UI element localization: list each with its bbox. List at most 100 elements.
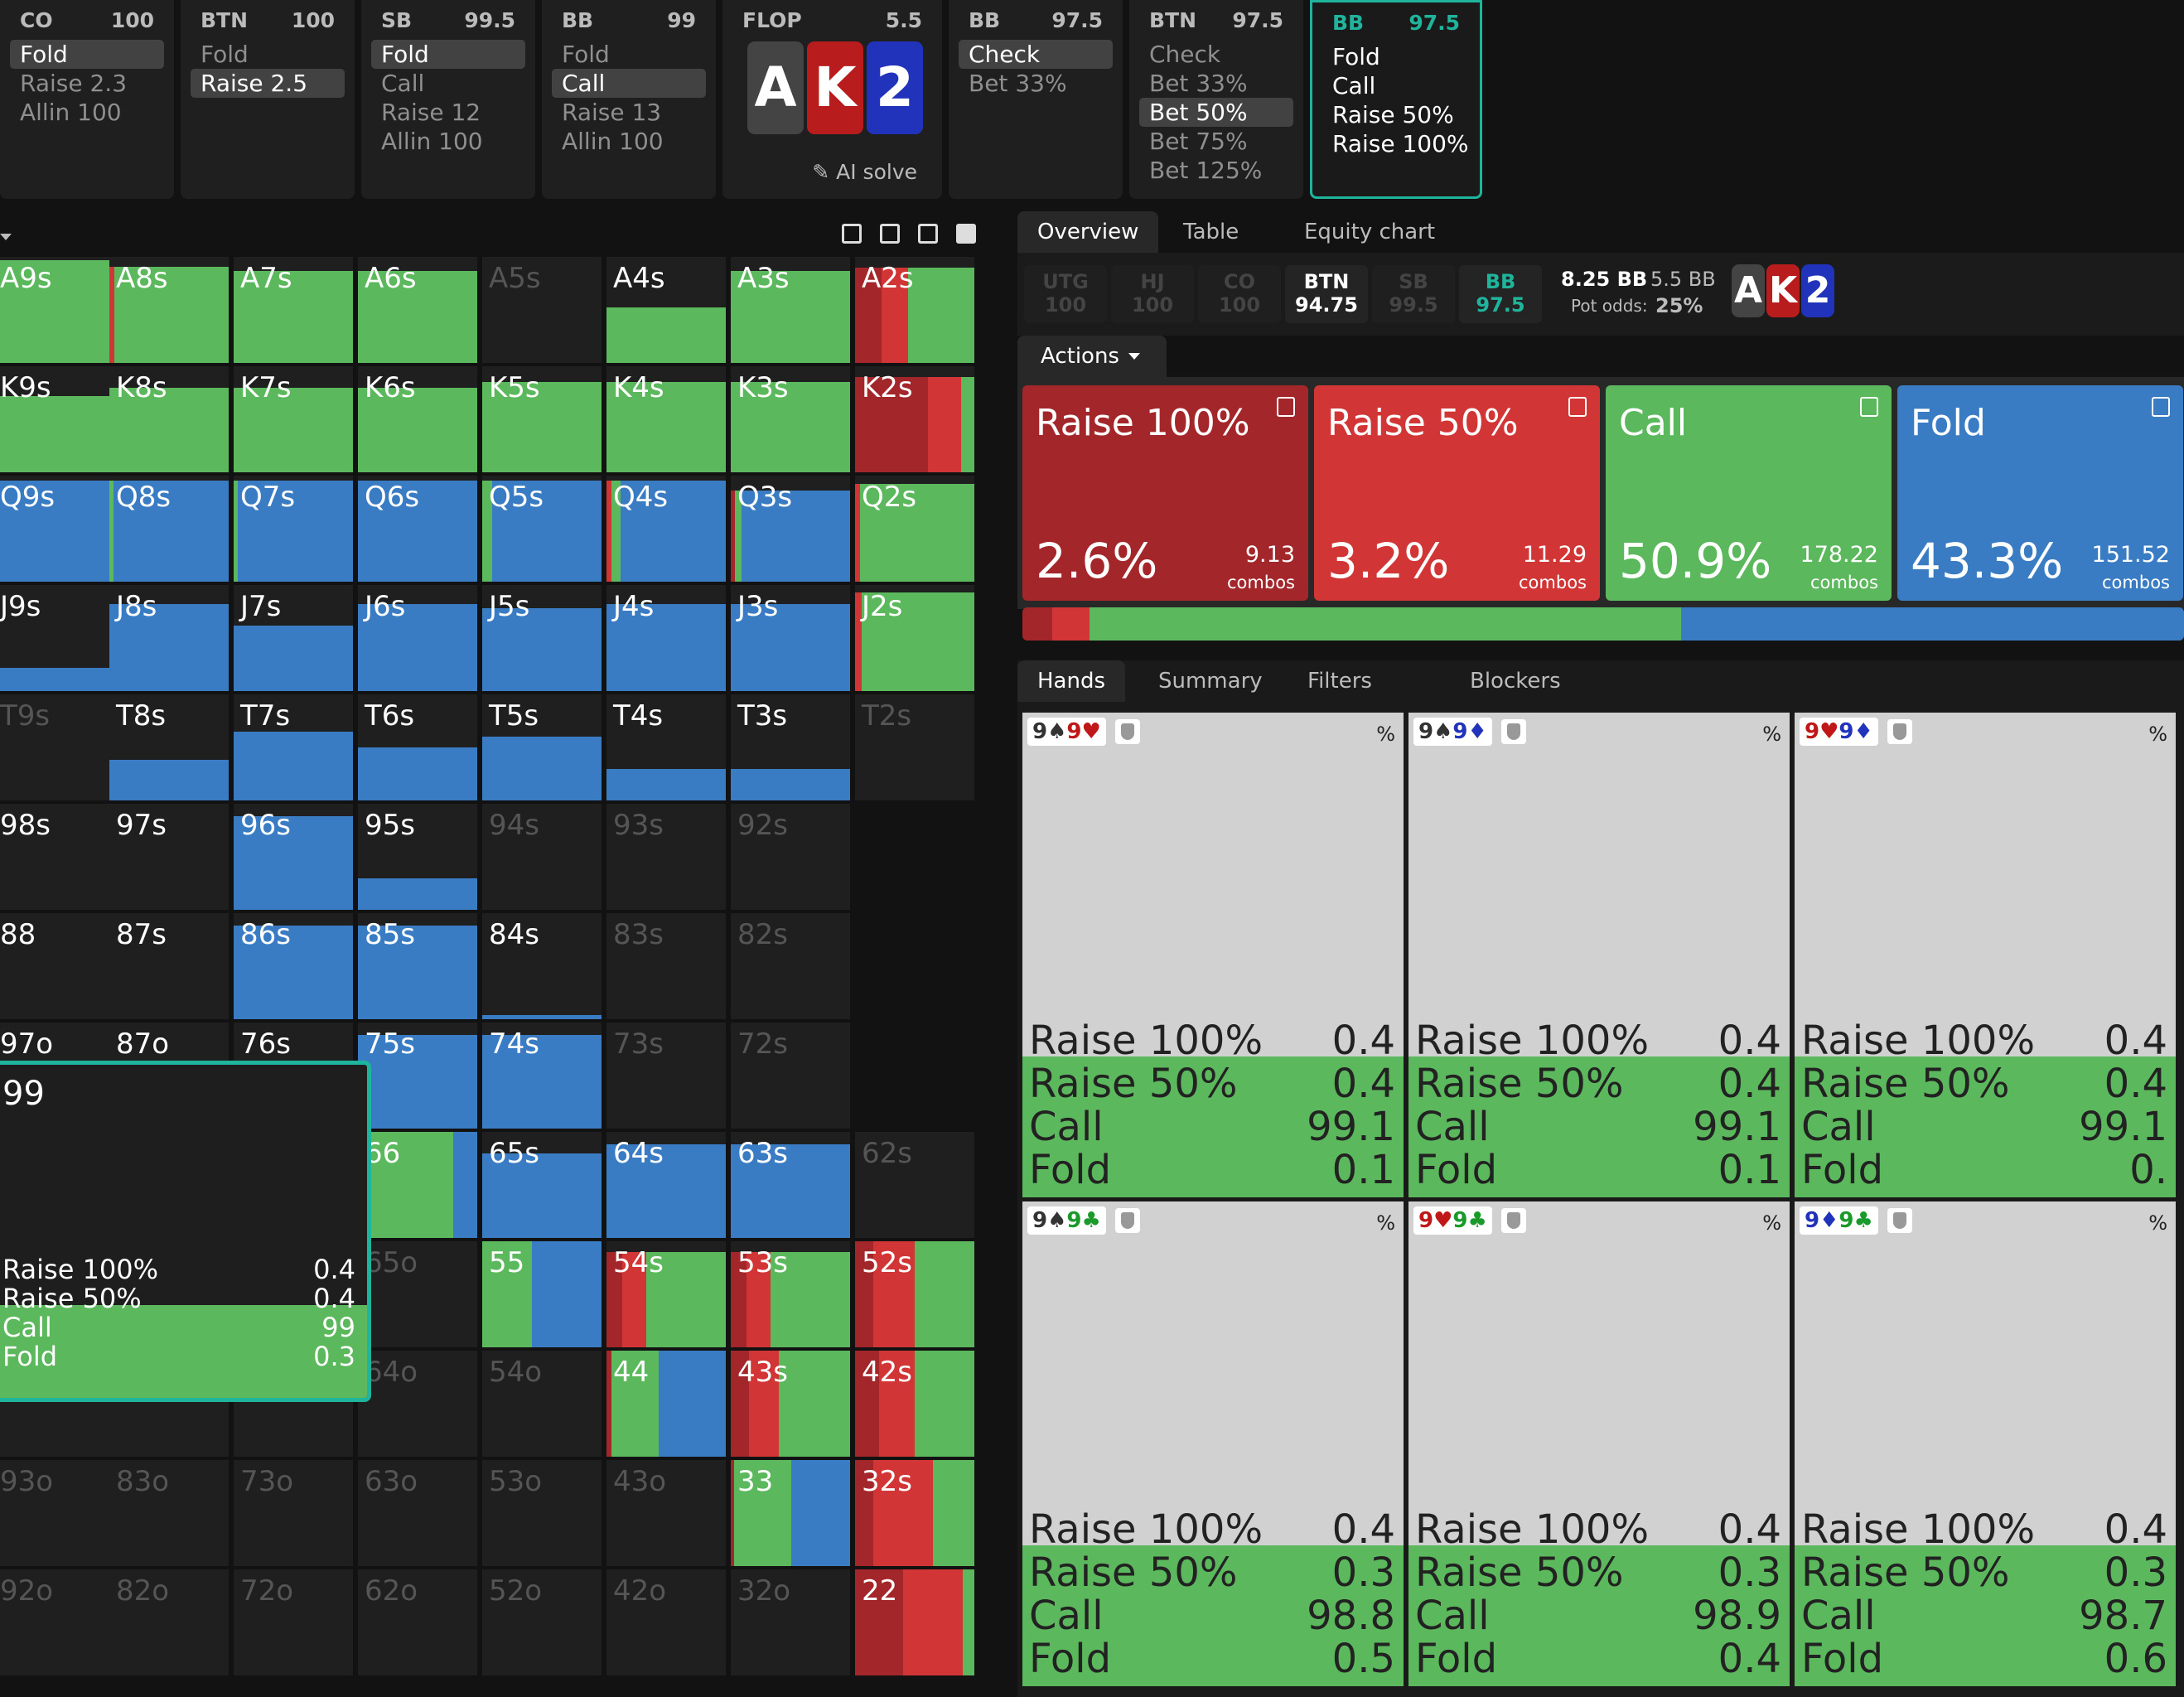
compare-icon[interactable] xyxy=(842,224,862,244)
action-option[interactable]: Raise 12 xyxy=(371,98,525,127)
ai-solve-button[interactable]: ✎ AI solve xyxy=(812,160,917,184)
tab-blockers[interactable]: Blockers xyxy=(1450,660,1581,702)
player-bb[interactable]: BB 97.5 xyxy=(1459,265,1542,323)
percent-toggle[interactable]: % xyxy=(1762,723,1781,746)
percent-toggle[interactable]: % xyxy=(2148,723,2167,746)
tab-hands[interactable]: Hands xyxy=(1017,660,1126,702)
action-fold[interactable]: Fold 43.3% 151.52 combos xyxy=(1897,385,2183,601)
grid-icon[interactable] xyxy=(918,224,938,244)
hand-cell[interactable]: 85s xyxy=(358,913,477,1019)
hand-cell[interactable]: 84s xyxy=(482,913,602,1019)
hand-cell[interactable]: 72s xyxy=(731,1023,850,1129)
hand-cell[interactable]: K8s xyxy=(109,366,229,472)
action-option[interactable]: Allin 100 xyxy=(10,98,164,127)
hand-cell[interactable]: 54o xyxy=(482,1351,602,1457)
tab-overview[interactable]: Overview xyxy=(1017,211,1159,253)
player-sb[interactable]: SB 99.5 xyxy=(1372,265,1455,323)
action-node-bb[interactable]: BB 97.5 Check Bet 33% xyxy=(949,0,1123,199)
tab-filters[interactable]: Filters xyxy=(1288,660,1392,702)
hand-cell[interactable]: 42s xyxy=(855,1351,974,1457)
hand-cell[interactable]: K7s xyxy=(234,366,353,472)
hand-cell[interactable]: 65s xyxy=(482,1132,602,1238)
hand-cell[interactable]: 73o xyxy=(234,1460,353,1566)
hand-cell[interactable]: Q8s xyxy=(109,476,229,582)
action-option[interactable]: Bet 50% xyxy=(1139,98,1293,127)
player-btn[interactable]: BTN 94.75 xyxy=(1285,265,1368,323)
hand-cell[interactable]: J7s xyxy=(234,585,353,691)
action-option[interactable]: Allin 100 xyxy=(552,127,706,156)
hand-cell[interactable]: 88 xyxy=(0,913,113,1019)
action-option[interactable]: Call xyxy=(552,69,706,98)
actions-dropdown[interactable]: Actions xyxy=(1017,336,1167,377)
action-option[interactable]: Allin 100 xyxy=(371,127,525,156)
hand-cell[interactable]: 42o xyxy=(606,1569,726,1675)
hand-cell[interactable]: T8s xyxy=(109,694,229,800)
hand-cell[interactable]: 83s xyxy=(606,913,726,1019)
notes-icon[interactable] xyxy=(1860,397,1878,417)
hand-cell[interactable]: 32o xyxy=(731,1569,850,1675)
hand-cell[interactable]: Q3s xyxy=(731,476,850,582)
action-call[interactable]: Call 50.9% 178.22 combos xyxy=(1606,385,1892,601)
hand-cell[interactable]: 32s xyxy=(855,1460,974,1566)
blocker-shield-icon[interactable] xyxy=(1887,1208,1912,1233)
hand-combo-card[interactable]: 9♥9♦% Raise 100% 0.4 Raise 50% 0.4 Call 99.1 Fo… xyxy=(1795,713,2176,1197)
hand-cell[interactable]: 72o xyxy=(234,1569,353,1675)
hand-cell[interactable]: K2s xyxy=(855,366,974,472)
hand-cell[interactable]: 93o xyxy=(0,1460,113,1566)
action-option[interactable]: Raise 2.5 xyxy=(191,69,345,98)
hand-cell[interactable]: 63o xyxy=(358,1460,477,1566)
hand-cell[interactable]: Q5s xyxy=(482,476,602,582)
action-node-btn[interactable]: BTN 97.5 Check Bet 33% Bet 50% Bet 75% Bet 125… xyxy=(1129,0,1303,199)
hand-cell[interactable]: 22 xyxy=(855,1569,974,1675)
blocker-shield-icon[interactable] xyxy=(1501,719,1526,744)
hand-combo-card[interactable]: 9♠9♦% Raise 100% 0.4 Raise 50% 0.4 Call 99.1 Fo… xyxy=(1408,713,1790,1197)
player-utg[interactable]: UTG 100 xyxy=(1024,265,1107,323)
hand-cell[interactable]: 92s xyxy=(731,804,850,910)
blocker-shield-icon[interactable] xyxy=(1115,719,1140,744)
action-node-flop[interactable]: FLOP 5.5 A K 2 ✎ AI solve xyxy=(722,0,942,199)
action-raise50[interactable]: Raise 50% 3.2% 11.29 combos xyxy=(1314,385,1600,601)
hand-cell[interactable]: 94s xyxy=(482,804,602,910)
hand-cell[interactable]: 86s xyxy=(234,913,353,1019)
hand-cell[interactable]: 54s xyxy=(606,1241,726,1347)
hand-cell[interactable]: 64s xyxy=(606,1132,726,1238)
action-node-sb[interactable]: SB 99.5 Fold Call Raise 12 Allin 100 xyxy=(361,0,535,199)
hand-combo-card[interactable]: 9♥9♣% Raise 100% 0.4 Raise 50% 0.3 Call 98.9 Fo… xyxy=(1408,1201,1790,1686)
hand-cell[interactable]: J4s xyxy=(606,585,726,691)
hand-cell[interactable]: 96s xyxy=(234,804,353,910)
hand-cell[interactable]: J2s xyxy=(855,585,974,691)
action-node-bb[interactable]: BB 99 Fold Call Raise 13 Allin 100 xyxy=(542,0,716,199)
hand-cell[interactable]: 82s xyxy=(731,913,850,1019)
notes-icon[interactable] xyxy=(1568,397,1587,417)
hand-cell[interactable]: T6s xyxy=(358,694,477,800)
action-option[interactable]: Bet 33% xyxy=(1139,69,1293,98)
hand-cell[interactable]: Q9s xyxy=(0,476,113,582)
hand-cell[interactable]: 98s xyxy=(0,804,113,910)
action-option[interactable]: Check xyxy=(959,40,1113,69)
action-node-bb[interactable]: BB 97.5 Fold Call Raise 50% Raise 100% xyxy=(1310,0,1482,199)
hand-combo-card[interactable]: 9♠9♣% Raise 100% 0.4 Raise 50% 0.3 Call 98.8 Fo… xyxy=(1022,1201,1404,1686)
hand-cell[interactable]: A3s xyxy=(731,257,850,363)
blocker-shield-icon[interactable] xyxy=(1887,719,1912,744)
action-option[interactable]: Bet 33% xyxy=(959,69,1113,98)
hand-cell[interactable]: T5s xyxy=(482,694,602,800)
hand-cell[interactable]: 73s xyxy=(606,1023,726,1129)
hand-cell[interactable]: K3s xyxy=(731,366,850,472)
hand-combo-card[interactable]: 9♠9♥% Raise 100% 0.4 Raise 50% 0.4 Call 99.1 Fo… xyxy=(1022,713,1404,1197)
tab-equity-chart[interactable]: Equity chart xyxy=(1284,211,1455,253)
hand-cell[interactable]: A2s xyxy=(855,257,974,363)
hand-cell[interactable]: 52s xyxy=(855,1241,974,1347)
expand-icon[interactable] xyxy=(880,224,900,244)
hand-cell[interactable]: T9s xyxy=(0,694,113,800)
blocker-shield-icon[interactable] xyxy=(1115,1208,1140,1233)
hand-cell[interactable]: Q4s xyxy=(606,476,726,582)
notes-icon[interactable] xyxy=(2152,397,2170,417)
hand-combo-card[interactable]: 9♦9♣% Raise 100% 0.4 Raise 50% 0.3 Call 98.7 Fo… xyxy=(1795,1201,2176,1686)
action-option[interactable]: Check xyxy=(1139,40,1293,69)
hand-cell[interactable]: Q6s xyxy=(358,476,477,582)
action-option[interactable]: Raise 13 xyxy=(552,98,706,127)
action-option[interactable]: Raise 100% xyxy=(1322,129,1470,158)
percent-toggle[interactable]: % xyxy=(1376,1211,1395,1235)
player-hj[interactable]: HJ 100 xyxy=(1111,265,1194,323)
hand-cell[interactable]: 64o xyxy=(358,1351,477,1457)
